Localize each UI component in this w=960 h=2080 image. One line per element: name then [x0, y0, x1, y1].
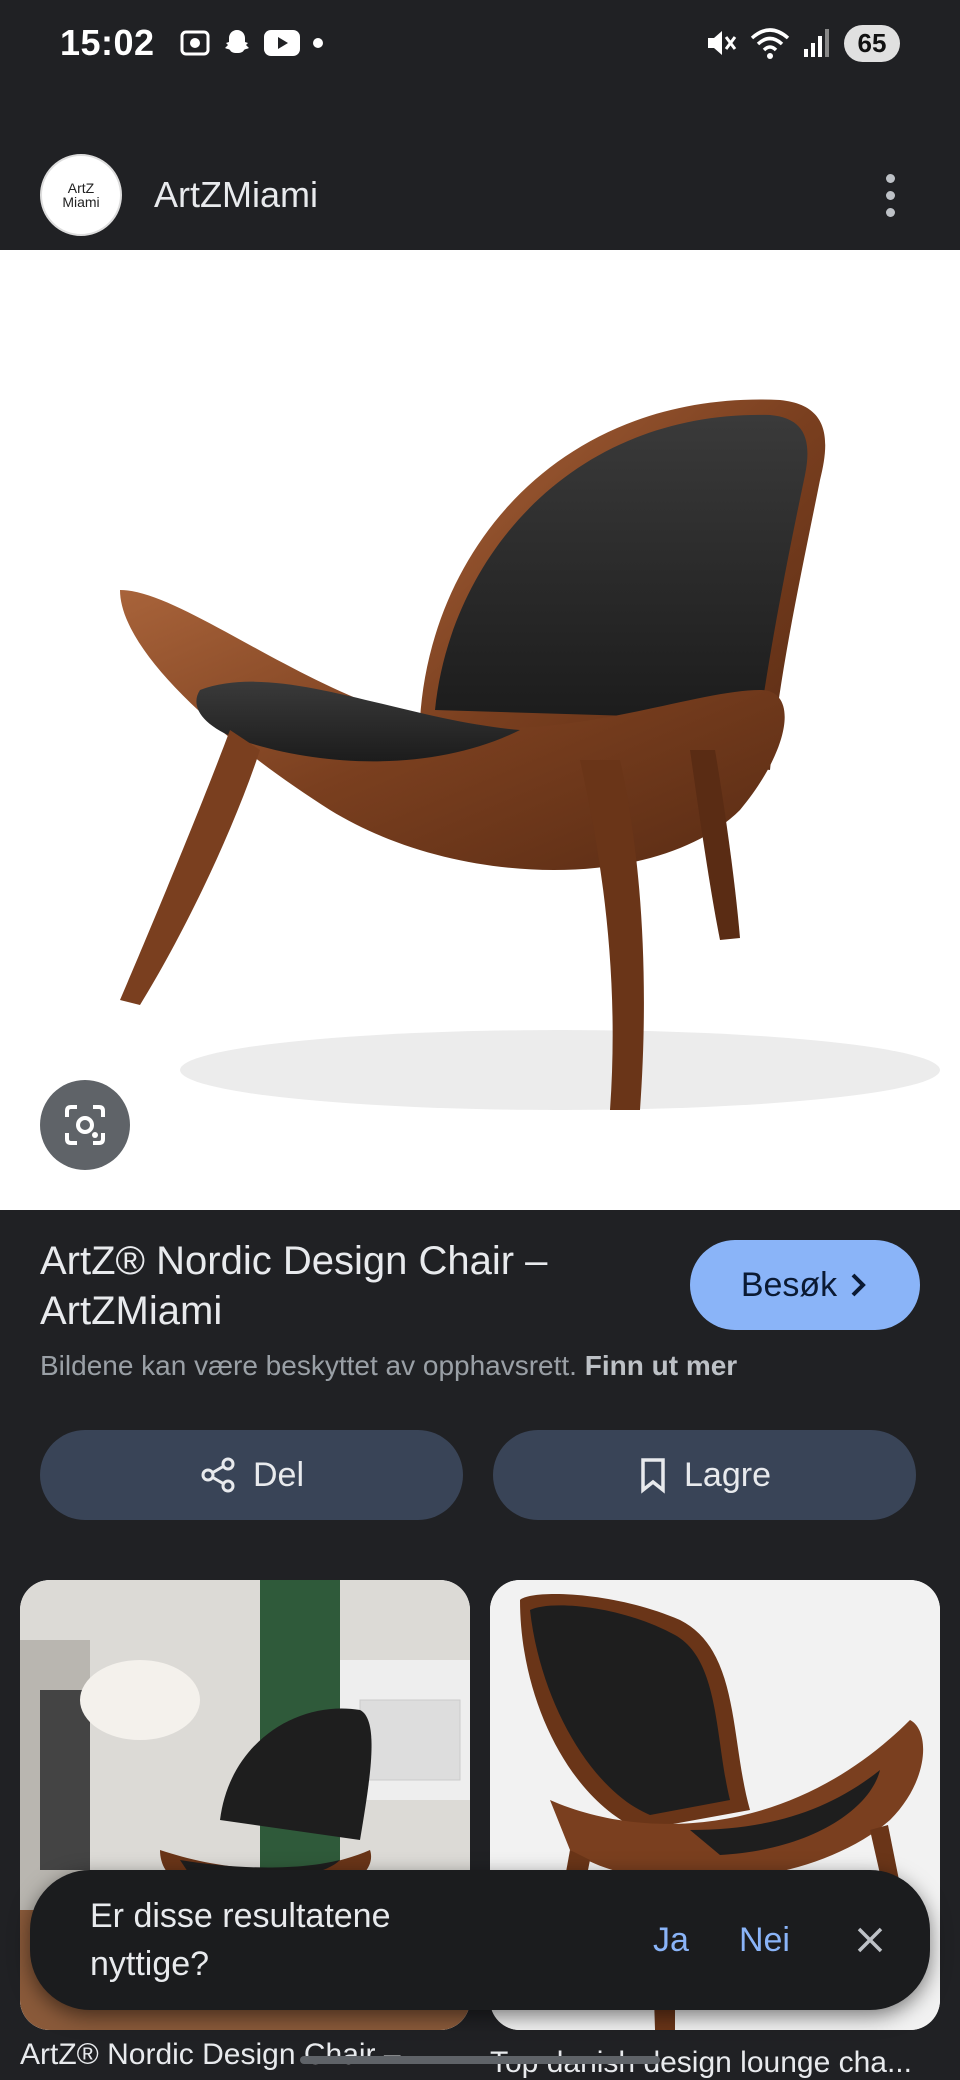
bookmark-icon — [641, 1458, 665, 1494]
wifi-icon — [750, 28, 790, 59]
snapchat-icon — [224, 30, 249, 53]
lens-icon — [65, 1105, 105, 1145]
chevron-right-icon — [851, 1273, 867, 1297]
signal-icon — [804, 29, 829, 57]
main-image[interactable] — [0, 250, 960, 1210]
share-button[interactable]: Del — [40, 1430, 463, 1520]
avatar-text-bottom: Miami — [62, 194, 100, 210]
feedback-question: Er disse resultatene nyttige? — [90, 1897, 391, 1983]
learn-more-link[interactable]: Finn ut mer — [585, 1350, 737, 1381]
battery-indicator: 65 — [844, 24, 900, 62]
avatar-text-top: ArtZ — [67, 180, 95, 196]
youtube-icon — [263, 30, 300, 56]
copyright-text: Bildene kan være beskyttet av opphavsret… — [40, 1350, 577, 1381]
save-button[interactable]: Lagre — [493, 1430, 916, 1520]
status-notification-icons — [179, 27, 325, 59]
feedback-snackbar: Er disse resultatene nyttige? Ja Nei — [30, 1870, 930, 2010]
feedback-yes-button[interactable]: Ja — [653, 1921, 689, 1960]
result-title-row: ArtZ® Nordic Design Chair – ArtZMiami Be… — [40, 1236, 920, 1336]
visit-button[interactable]: Besøk — [690, 1240, 920, 1330]
status-left: 15:02 — [60, 22, 325, 64]
copyright-notice: Bildene kan være beskyttet av opphavsret… — [40, 1350, 737, 1382]
feedback-no-button[interactable]: Nei — [739, 1921, 790, 1960]
lens-search-button[interactable] — [40, 1080, 130, 1170]
close-icon[interactable] — [850, 1920, 890, 1960]
avatar[interactable]: ArtZ Miami — [40, 154, 122, 236]
share-icon — [201, 1457, 235, 1493]
result-title[interactable]: ArtZ® Nordic Design Chair – ArtZMiami — [40, 1236, 600, 1336]
source-header: ArtZ Miami ArtZMiami — [0, 140, 960, 250]
dot-icon — [312, 38, 323, 48]
chair-image — [120, 399, 940, 1110]
save-label: Lagre — [684, 1455, 771, 1494]
more-options-icon[interactable] — [870, 165, 910, 225]
action-buttons: Del Lagre — [40, 1430, 916, 1520]
mute-icon — [708, 31, 737, 55]
status-time: 15:02 — [60, 22, 155, 63]
screen-record-icon — [180, 30, 210, 56]
related-caption-1[interactable]: ArtZ® Nordic Design Chair –... — [20, 2038, 460, 2072]
status-bar: 15:02 65 — [0, 0, 960, 86]
source-name[interactable]: ArtZMiami — [154, 174, 318, 216]
status-right: 65 — [704, 24, 900, 62]
home-indicator[interactable] — [300, 2056, 660, 2064]
share-label: Del — [252, 1455, 305, 1494]
visit-label: Besøk — [740, 1265, 838, 1304]
